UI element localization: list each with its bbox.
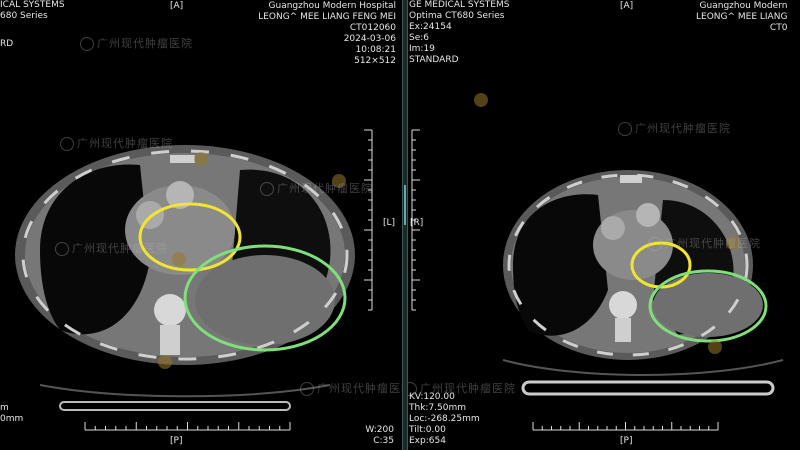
orientation-anterior: [A] (170, 1, 184, 11)
dicom-viewer: 广州现代肿瘤医院 广州现代肿瘤医院 广州现代肿瘤医院 广州现代肿瘤医院 广州现代… (0, 0, 800, 450)
right-top-right-info: Guangzhou Modern LEONG^ MEE LIANG CT0 (696, 1, 788, 33)
viewport-left[interactable]: 广州现代肿瘤医院 广州现代肿瘤医院 广州现代肿瘤医院 广州现代肿瘤医院 广州现代… (0, 0, 402, 450)
right-top-left-info: GE MEDICAL SYSTEMS Optima CT680 Series E… (409, 0, 510, 65)
orientation-left: [L] (383, 218, 396, 228)
orientation-posterior: [P] (170, 436, 183, 446)
watermark: 广州现代肿瘤医院 (55, 240, 168, 256)
watermark: 广州现代肿瘤医院 (260, 180, 373, 196)
window-level-info: W:200 C:35 (365, 425, 394, 446)
orientation-posterior: [P] (620, 436, 633, 446)
watermark: 广州现代肿瘤医院 (300, 380, 402, 396)
watermark: 广州现代肿瘤医院 (618, 120, 731, 136)
left-top-left-info: ICAL SYSTEMS 680 Series RD (0, 0, 65, 49)
viewport-right[interactable]: 广州现代肿瘤医院 广州现代肿瘤医院 广州现代肿瘤医院 GE MEDICAL SY… (408, 0, 800, 450)
watermark: 广州现代肿瘤医院 (80, 35, 193, 51)
watermark: 广州现代肿瘤医院 (648, 235, 761, 251)
right-bottom-left-info: KV:120.00 Thk:7.50mm Loc:-268.25mm Tilt:… (409, 392, 480, 446)
left-top-right-info: Guangzhou Modern Hospital LEONG^ MEE LIA… (258, 1, 396, 66)
watermark: 广州现代肿瘤医院 (60, 135, 173, 151)
orientation-right: [R] (410, 218, 424, 228)
left-bottom-left-info: m 0mm (0, 403, 24, 424)
orientation-anterior: [A] (620, 1, 634, 11)
